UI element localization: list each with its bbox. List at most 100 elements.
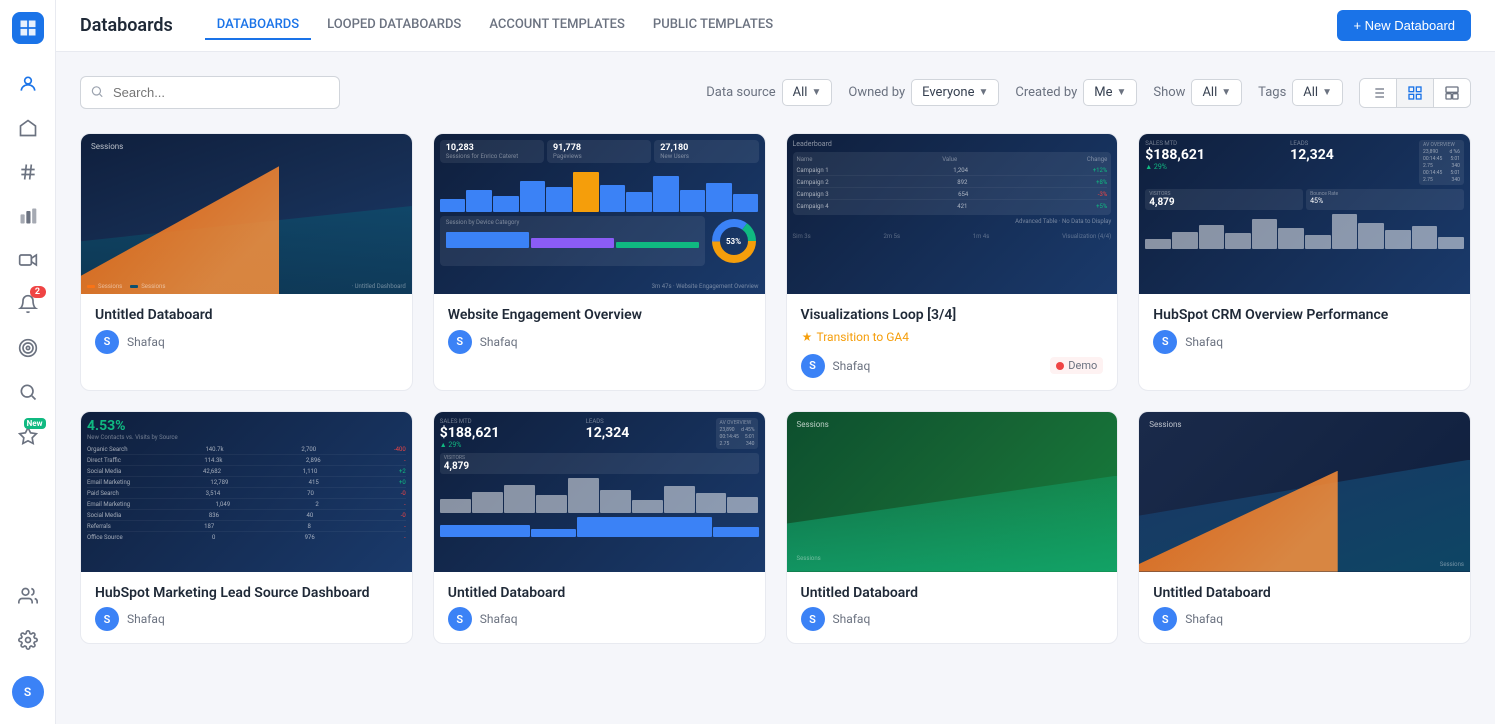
gear-icon (18, 630, 38, 650)
card-thumbnail-1: Sessions Sessions Sessions (81, 134, 412, 294)
sidebar-item-chart[interactable] (8, 196, 48, 236)
nav-tabs: DATABOARDS LOOPED DATABOARDS ACCOUNT TEM… (205, 11, 785, 40)
card-marketing[interactable]: 4.53% New Contacts vs. Visits by Source … (80, 411, 413, 645)
tag-dot (1056, 362, 1064, 370)
createdby-dropdown[interactable]: Me ▼ (1083, 79, 1137, 106)
card-avatar-7: S (801, 607, 825, 631)
card-author-4: Shafaq (1185, 335, 1456, 349)
createdby-label: Created by (1015, 85, 1077, 100)
chart-icon (18, 206, 38, 226)
ownedby-label: Owned by (848, 85, 905, 100)
datasource-dropdown[interactable]: All ▼ (782, 79, 833, 106)
card-thumbnail-8: Sessions Sessions (1139, 412, 1470, 572)
datasource-label: Data source (706, 85, 775, 100)
card-avatar-2: S (448, 330, 472, 354)
tags-label: Tags (1258, 85, 1286, 100)
card-author-5: Shafaq (127, 612, 398, 626)
sidebar-item-numbers[interactable] (8, 152, 48, 192)
card-footer-6: S Shafaq (448, 607, 751, 631)
ownedby-dropdown[interactable]: Everyone ▼ (911, 79, 999, 106)
sidebar-item-alerts[interactable]: 2 (8, 284, 48, 324)
alerts-badge: 2 (30, 286, 46, 298)
grid-icon (1407, 85, 1423, 101)
card-author-8: Shafaq (1185, 612, 1456, 626)
card-author-6: Shafaq (480, 612, 751, 626)
card-body-2: Website Engagement Overview S Shafaq (434, 294, 765, 366)
card-author-2: Shafaq (480, 335, 751, 349)
tab-databoards[interactable]: DATABOARDS (205, 11, 311, 40)
tags-filter: Tags All ▼ (1258, 79, 1343, 106)
card-hubspot-crm[interactable]: SALES MTD $188,621 ▲ 29% LEADS 12,324 AV (1138, 133, 1471, 391)
datasource-value: All (793, 85, 808, 100)
card-body-8: Untitled Databoard S Shafaq (1139, 572, 1470, 644)
new-databoard-button[interactable]: + New Databoard (1337, 10, 1471, 41)
card-title-1: Untitled Databoard (95, 306, 398, 326)
card-tag-3: Demo (1050, 357, 1103, 374)
view-toggles (1359, 78, 1471, 108)
card-avatar-6: S (448, 607, 472, 631)
card-untitled-3[interactable]: Sessions Sessions Untitled Databoard S S… (786, 411, 1119, 645)
card-title-4: HubSpot CRM Overview Performance (1153, 306, 1456, 326)
ownedby-filter: Owned by Everyone ▼ (848, 79, 999, 106)
tab-public-templates[interactable]: PUBLIC TEMPLATES (641, 11, 785, 40)
sidebar-item-search[interactable] (8, 372, 48, 412)
star-icon (18, 426, 38, 446)
card-title-8: Untitled Databoard (1153, 584, 1456, 604)
card-avatar-3: S (801, 354, 825, 378)
card-untitled-4[interactable]: Sessions Sessions Untitled Databoard S S… (1138, 411, 1471, 645)
card-thumbnail-6: SALES MTD $188,621 ▲ 29% LEADS 12,324 AV… (434, 412, 765, 572)
home-icon (18, 118, 38, 138)
card-body-1: Untitled Databoard S Shafaq (81, 294, 412, 366)
hash-icon (18, 162, 38, 182)
sidebar-item-settings[interactable] (8, 620, 48, 660)
sidebar-item-profile[interactable]: S (8, 672, 48, 712)
card-title-5: HubSpot Marketing Lead Source Dashboard (95, 584, 398, 604)
search-icon (90, 83, 104, 102)
sidebar-item-new[interactable]: New (8, 416, 48, 456)
card-title-3: Visualizations Loop [3/4] (801, 306, 1104, 326)
sidebar-item-team[interactable] (8, 576, 48, 616)
tab-looped[interactable]: LOOPED DATABOARDS (315, 11, 473, 40)
card-untitled-1[interactable]: Sessions Sessions Sessions (80, 133, 413, 391)
grid-view-toggle[interactable] (1397, 79, 1434, 107)
card-footer-7: S Shafaq (801, 607, 1104, 631)
card-untitled-2[interactable]: SALES MTD $188,621 ▲ 29% LEADS 12,324 AV… (433, 411, 766, 645)
card-website-engagement[interactable]: 10,283 Sessions for Enrico Cateret 91,77… (433, 133, 766, 391)
thumb-label-7: Sessions (797, 420, 829, 429)
show-dropdown[interactable]: All ▼ (1191, 79, 1242, 106)
app-logo (12, 12, 44, 44)
card-author-7: Shafaq (833, 612, 1104, 626)
tags-dropdown[interactable]: All ▼ (1292, 79, 1343, 106)
split-view-toggle[interactable] (1434, 79, 1470, 107)
list-icon (1370, 85, 1386, 101)
search-wrap (80, 76, 340, 109)
card-footer-5: S Shafaq (95, 607, 398, 631)
tab-account-templates[interactable]: ACCOUNT TEMPLATES (477, 11, 637, 40)
card-avatar-4: S (1153, 330, 1177, 354)
card-thumbnail-2: 10,283 Sessions for Enrico Cateret 91,77… (434, 134, 765, 294)
card-title-2: Website Engagement Overview (448, 306, 751, 326)
show-filter: Show All ▼ (1153, 79, 1242, 106)
createdby-value: Me (1094, 85, 1112, 100)
card-body-4: HubSpot CRM Overview Performance S Shafa… (1139, 294, 1470, 366)
datasource-filter: Data source All ▼ (706, 79, 832, 106)
split-icon (1444, 85, 1460, 101)
target-icon (18, 338, 38, 358)
show-value: All (1202, 85, 1217, 100)
card-footer-1: S Shafaq (95, 330, 398, 354)
card-body-6: Untitled Databoard S Shafaq (434, 572, 765, 644)
sidebar-item-video[interactable] (8, 240, 48, 280)
card-subtitle-text: Transition to GA4 (817, 330, 909, 344)
search-input[interactable] (80, 76, 340, 109)
sidebar-item-user[interactable] (8, 64, 48, 104)
sidebar-item-home[interactable] (8, 108, 48, 148)
list-view-toggle[interactable] (1360, 79, 1397, 107)
tags-chevron: ▼ (1322, 87, 1332, 98)
card-thumbnail-4: SALES MTD $188,621 ▲ 29% LEADS 12,324 AV (1139, 134, 1470, 294)
card-viz-loop[interactable]: Leaderboard NameValueChange Campaign 11,… (786, 133, 1119, 391)
card-body-7: Untitled Databoard S Shafaq (787, 572, 1118, 644)
avatar: S (12, 676, 44, 708)
main-area: Databoards DATABOARDS LOOPED DATABOARDS … (56, 0, 1495, 724)
sidebar-item-goals[interactable] (8, 328, 48, 368)
card-title-7: Untitled Databoard (801, 584, 1104, 604)
